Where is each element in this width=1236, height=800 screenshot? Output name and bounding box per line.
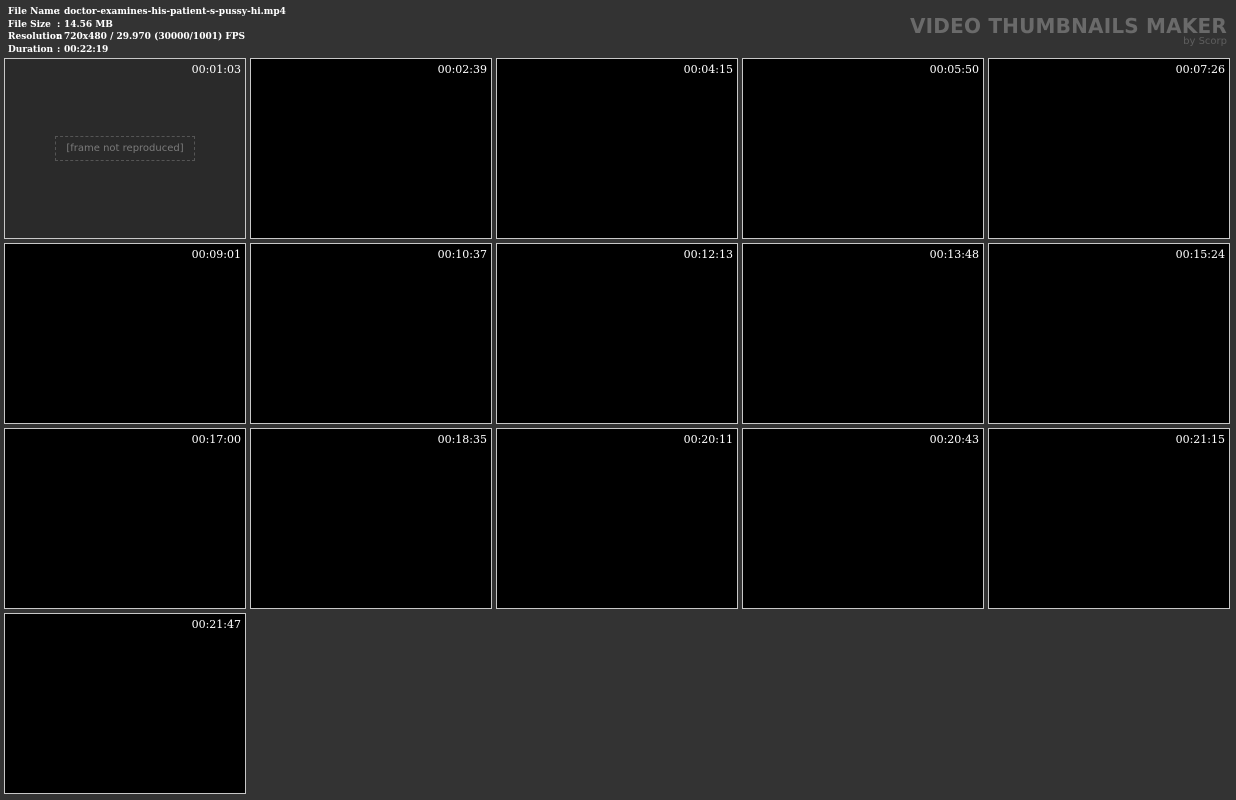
- thumbnail[interactable]: 00:10:37: [250, 243, 492, 424]
- thumbnail[interactable]: 00:17:00: [4, 428, 246, 609]
- timestamp: 00:10:37: [437, 248, 487, 261]
- thumbnail[interactable]: 00:20:43: [742, 428, 984, 609]
- thumbnail[interactable]: 00:02:39: [250, 58, 492, 239]
- thumbnail[interactable]: 00:07:26: [988, 58, 1230, 239]
- info-value: 00:22:19: [64, 44, 109, 55]
- timestamp: 00:09:01: [191, 248, 241, 261]
- info-label: File Size: [8, 19, 51, 30]
- info-label: Duration: [8, 44, 54, 55]
- timestamp: 00:17:00: [191, 433, 241, 446]
- timestamp: 00:15:24: [1175, 248, 1225, 261]
- info-row-resolution: Resolution : 720x480 / 29.970 (30000/100…: [8, 31, 286, 44]
- timestamp: 00:20:43: [929, 433, 979, 446]
- timestamp: 00:21:47: [191, 618, 241, 631]
- info-separator: :: [57, 32, 61, 42]
- thumbnail[interactable]: 00:20:11: [496, 428, 738, 609]
- thumbnail[interactable]: 00:18:35: [250, 428, 492, 609]
- info-label: Resolution: [8, 32, 63, 42]
- thumbnail[interactable]: [frame not reproduced] 00:01:03: [4, 58, 246, 239]
- timestamp: 00:13:48: [929, 248, 979, 261]
- thumbnail[interactable]: 00:15:24: [988, 243, 1230, 424]
- timestamp: 00:21:15: [1175, 433, 1225, 446]
- brand-title: VIDEO THUMBNAILS MAKER: [909, 14, 1227, 38]
- thumbnail[interactable]: 00:13:48: [742, 243, 984, 424]
- info-separator: :: [57, 7, 61, 17]
- thumbnail[interactable]: 00:21:15: [988, 428, 1230, 609]
- file-info: File Name : doctor-examines-his-patient-…: [8, 6, 286, 56]
- info-value: doctor-examines-his-patient-s-pussy-hi.m…: [64, 7, 286, 17]
- thumbnail[interactable]: 00:05:50: [742, 58, 984, 239]
- info-row-duration: Duration : 00:22:19: [8, 44, 286, 57]
- thumbnail[interactable]: 00:04:15: [496, 58, 738, 239]
- timestamp: 00:02:39: [437, 63, 487, 76]
- info-value: 720x480 / 29.970 (30000/1001) FPS: [64, 32, 246, 42]
- brand-subtitle: by Scorp: [1183, 36, 1227, 47]
- info-row-file-name: File Name : doctor-examines-his-patient-…: [8, 6, 286, 19]
- timestamp: 00:04:15: [683, 63, 733, 76]
- timestamp: 00:07:26: [1175, 63, 1225, 76]
- timestamp: 00:20:11: [683, 433, 733, 446]
- timestamp: 00:05:50: [929, 63, 979, 76]
- thumbnail[interactable]: 00:21:47: [4, 613, 246, 794]
- thumbnail[interactable]: 00:12:13: [496, 243, 738, 424]
- thumbnail[interactable]: 00:09:01: [4, 243, 246, 424]
- info-label: File Name: [8, 7, 60, 17]
- placeholder-label: [frame not reproduced]: [55, 136, 195, 161]
- timestamp: 00:12:13: [683, 248, 733, 261]
- info-separator: :: [57, 44, 61, 55]
- contact-sheet: File Name : doctor-examines-his-patient-…: [0, 0, 1236, 800]
- info-value: 14.56 MB: [64, 19, 113, 30]
- timestamp: 00:18:35: [437, 433, 487, 446]
- info-separator: :: [57, 19, 61, 30]
- thumbnail-placeholder: [frame not reproduced]: [5, 59, 245, 238]
- brand-watermark: VIDEO THUMBNAILS MAKER by Scorp: [910, 15, 1227, 47]
- info-row-file-size: File Size : 14.56 MB: [8, 19, 286, 32]
- timestamp: 00:01:03: [191, 63, 241, 76]
- thumbnail-grid: [frame not reproduced] 00:01:03 00:02:39…: [4, 58, 1230, 794]
